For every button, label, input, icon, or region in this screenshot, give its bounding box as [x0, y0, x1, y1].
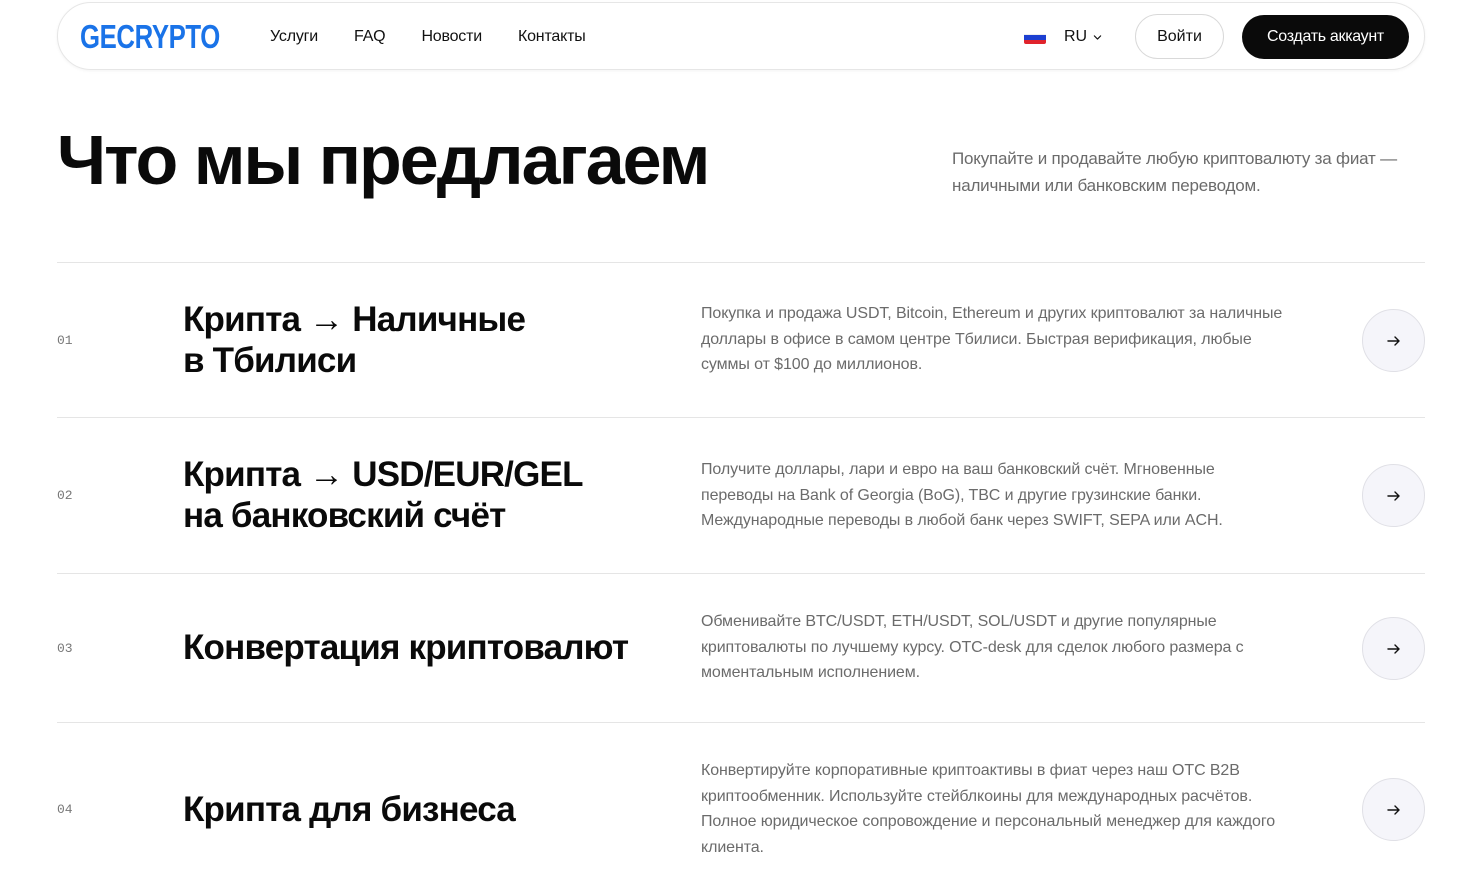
service-arrow-button[interactable]: [1362, 464, 1425, 527]
nav-link-news[interactable]: Новости: [421, 28, 482, 46]
service-title-line: в Тбилиси: [183, 341, 357, 380]
arrow-right-icon: [1386, 643, 1400, 654]
service-number: 01: [57, 333, 73, 348]
service-description: Покупка и продажа USDT, Bitcoin, Ethereu…: [701, 305, 1283, 373]
login-button[interactable]: Войти: [1135, 14, 1224, 59]
language-selector[interactable]: RU: [1024, 25, 1102, 49]
russia-flag-icon: [1024, 30, 1046, 44]
divider: [57, 573, 1425, 574]
service-title-line: Крипта → USD/EUR/GEL: [183, 455, 583, 494]
service-title-line: Конвертация криптовалют: [183, 628, 629, 667]
service-title: Крипта → USD/EUR/GEL на банковский счёт: [183, 454, 653, 536]
service-description: Получите доллары, лари и евро на ваш бан…: [701, 461, 1223, 529]
service-number: 03: [57, 641, 73, 656]
language-label: RU: [1064, 28, 1088, 45]
service-description: Конвертируйте корпоративные криптоактивы…: [701, 762, 1276, 856]
service-number: 04: [57, 802, 73, 817]
service-title: Крипта для бизнеса: [183, 789, 653, 830]
service-arrow-button[interactable]: [1362, 617, 1425, 680]
service-title-line: на банковский счёт: [183, 496, 506, 535]
service-title-line: Крипта → Наличные: [183, 300, 526, 339]
service-arrow-button[interactable]: [1362, 309, 1425, 372]
page-subtitle: Покупайте и продавайте любую криптовалют…: [952, 149, 1397, 195]
service-arrow-button[interactable]: [1362, 778, 1425, 841]
arrow-right-icon: [1386, 804, 1400, 815]
divider: [57, 262, 1425, 263]
main-nav: Услуги FAQ Новости Контакты: [270, 3, 622, 71]
site-header: GECRYPTO Услуги FAQ Новости Контакты RU …: [57, 2, 1425, 70]
nav-link-contacts[interactable]: Контакты: [518, 28, 586, 46]
logo[interactable]: GECRYPTO: [80, 18, 220, 56]
create-account-button[interactable]: Создать аккаунт: [1242, 15, 1409, 59]
chevron-down-icon: [1093, 34, 1102, 40]
arrow-right-icon: [1386, 490, 1400, 501]
service-title: Конвертация криптовалют: [183, 627, 683, 668]
divider: [57, 417, 1425, 418]
page-title: Что мы предлагаем: [57, 121, 710, 199]
divider: [57, 722, 1425, 723]
nav-link-services[interactable]: Услуги: [270, 28, 318, 46]
arrow-right-icon: [1386, 335, 1400, 346]
service-title: Крипта → Наличные в Тбилиси: [183, 299, 653, 381]
service-description: Обменивайте BTC/USDT, ETH/USDT, SOL/USDT…: [701, 613, 1244, 681]
nav-link-faq[interactable]: FAQ: [354, 28, 386, 46]
service-number: 02: [57, 488, 73, 503]
service-title-line: Крипта для бизнеса: [183, 790, 516, 829]
